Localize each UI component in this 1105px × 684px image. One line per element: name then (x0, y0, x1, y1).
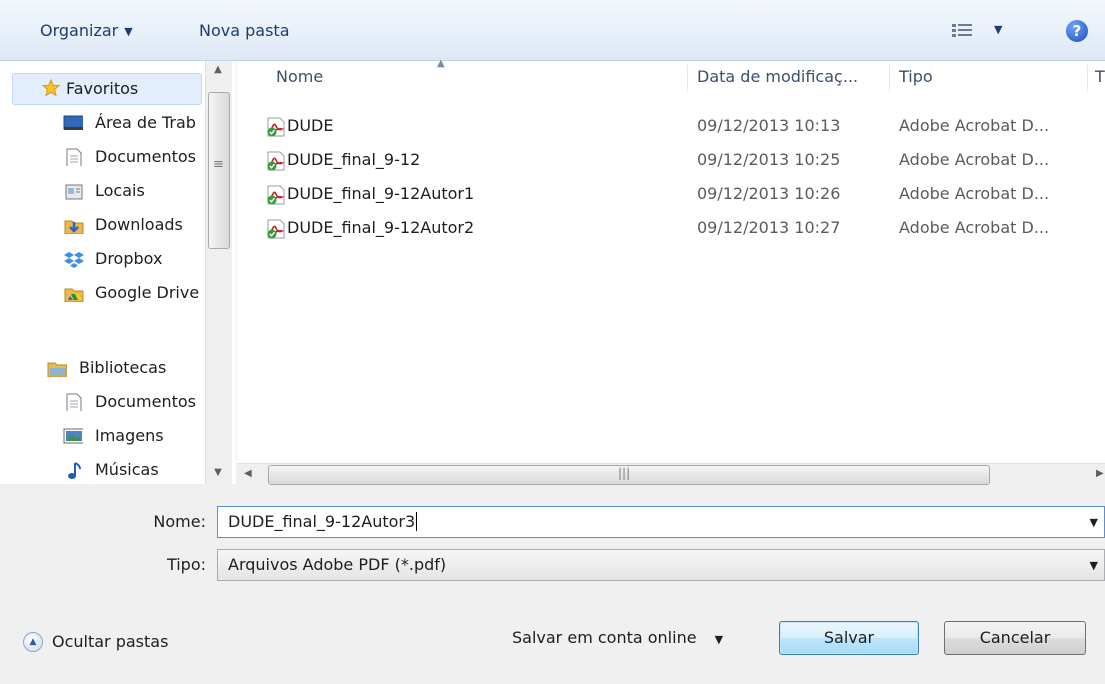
scroll-grip-icon: ≡ (213, 157, 224, 172)
dropbox-icon (64, 252, 84, 268)
downloads-icon (64, 220, 84, 234)
nav-item-label: Documentos (95, 147, 197, 166)
file-type-select[interactable]: Arquivos Adobe PDF (*.pdf) ▼ (217, 549, 1105, 581)
text-cursor (416, 512, 418, 531)
nav-item-documents[interactable]: Documentos (0, 141, 205, 173)
organize-menu-button[interactable]: Organizar ▼ (40, 18, 133, 44)
sort-ascending-icon: ▲ (437, 58, 445, 69)
nav-libraries-label: Bibliotecas (79, 358, 167, 377)
nav-item-label: Dropbox (95, 249, 163, 268)
file-modified: 09/12/2013 10:13 (697, 116, 841, 135)
scroll-grip-icon: ||| (618, 466, 631, 480)
scroll-right-arrow-icon[interactable]: ▶ (1096, 468, 1104, 479)
file-name: DUDE_final_9-12 (287, 150, 421, 169)
save-online-label: Salvar em conta online (512, 628, 697, 647)
file-name: DUDE (287, 116, 334, 135)
scroll-down-arrow-icon[interactable]: ▼ (210, 467, 226, 478)
nav-item-desktop[interactable]: Área de Trab (0, 107, 205, 139)
nav-item-label: Downloads (95, 215, 183, 234)
nav-item-label: Google Drive (95, 283, 200, 302)
pictures-icon (63, 428, 83, 444)
scroll-left-arrow-icon[interactable]: ◀ (244, 468, 252, 479)
desktop-icon (63, 115, 83, 130)
chevron-down-icon: ▼ (124, 25, 133, 38)
file-name-input[interactable]: DUDE_final_9-12Autor3 ▼ (217, 506, 1105, 538)
file-type: Adobe Acrobat D... (899, 150, 1050, 169)
column-divider[interactable] (687, 65, 688, 91)
file-modified: 09/12/2013 10:26 (697, 184, 841, 203)
nav-item-label: Músicas (95, 460, 159, 479)
file-type-label: Tipo: (166, 555, 206, 574)
nav-item-dropbox[interactable]: Dropbox (0, 243, 205, 275)
chevron-down-icon: ▼ (714, 633, 724, 646)
column-divider[interactable] (889, 65, 890, 91)
nav-item-label: Imagens (95, 426, 164, 445)
file-modified: 09/12/2013 10:25 (697, 150, 841, 169)
hide-folders-chevron-up-icon[interactable]: ▲ (23, 632, 43, 652)
pdf-file-icon (267, 219, 285, 239)
file-name-dropdown-icon[interactable]: ▼ (1090, 508, 1098, 538)
command-bar: Organizar ▼ Nova pasta ▼ ? (0, 0, 1105, 61)
google-drive-icon (64, 288, 84, 302)
navigation-pane: Favoritos Área de Trab Documentos Locais… (0, 61, 236, 484)
file-name-label: Nome: (153, 512, 206, 531)
nav-item-music[interactable]: Músicas (0, 454, 205, 484)
file-modified: 09/12/2013 10:27 (697, 218, 841, 237)
column-header-type[interactable]: Tipo (899, 61, 933, 93)
file-type: Adobe Acrobat D... (899, 218, 1050, 237)
nav-item-label: Área de Trab (95, 113, 196, 132)
hide-folders-button[interactable]: Ocultar pastas (52, 632, 168, 651)
nav-item-pictures[interactable]: Imagens (0, 420, 205, 452)
file-name-value: DUDE_final_9-12Autor3 (228, 512, 416, 531)
column-header-modified[interactable]: Data de modificaç... (697, 61, 858, 93)
nav-item-google-drive[interactable]: Google Drive (0, 277, 205, 309)
file-type-value: Arquivos Adobe PDF (*.pdf) (228, 555, 447, 574)
column-header-name[interactable]: Nome (276, 61, 323, 93)
pdf-file-icon (267, 117, 285, 137)
file-type: Adobe Acrobat D... (899, 116, 1050, 135)
file-type-dropdown-icon[interactable]: ▼ (1090, 551, 1098, 581)
pdf-file-icon (267, 185, 285, 205)
document-icon (66, 148, 82, 166)
change-view-button[interactable]: ▼ (950, 20, 1020, 44)
document-icon (66, 393, 82, 411)
nav-item-library-documents[interactable]: Documentos (0, 386, 205, 418)
save-button[interactable]: Salvar (779, 621, 919, 655)
column-divider[interactable] (1087, 65, 1088, 91)
nav-item-label: Documentos (95, 392, 197, 411)
libraries-icon (47, 362, 67, 377)
view-chevron-down-icon: ▼ (994, 23, 1003, 36)
nav-item-label: Locais (95, 181, 145, 200)
places-icon (65, 184, 83, 200)
nav-favorites-label: Favoritos (66, 79, 139, 98)
nav-libraries[interactable]: Bibliotecas (0, 352, 205, 384)
new-folder-button[interactable]: Nova pasta (199, 18, 290, 44)
star-icon (41, 79, 61, 97)
music-icon (68, 462, 81, 479)
file-name: DUDE_final_9-12Autor1 (287, 184, 475, 203)
cancel-button[interactable]: Cancelar (944, 621, 1086, 655)
save-online-menu[interactable]: Salvar em conta online ▼ (512, 628, 723, 647)
column-header-next[interactable]: T (1095, 61, 1105, 93)
help-icon[interactable]: ? (1066, 20, 1088, 42)
nav-favorites[interactable]: Favoritos (12, 73, 202, 105)
organize-label: Organizar (40, 21, 119, 40)
file-name: DUDE_final_9-12Autor2 (287, 218, 475, 237)
pdf-file-icon (267, 151, 285, 171)
details-view-icon (952, 24, 972, 37)
nav-item-places[interactable]: Locais (0, 175, 205, 207)
file-type: Adobe Acrobat D... (899, 184, 1050, 203)
scroll-up-arrow-icon[interactable]: ▲ (210, 64, 226, 75)
nav-item-downloads[interactable]: Downloads (0, 209, 205, 241)
